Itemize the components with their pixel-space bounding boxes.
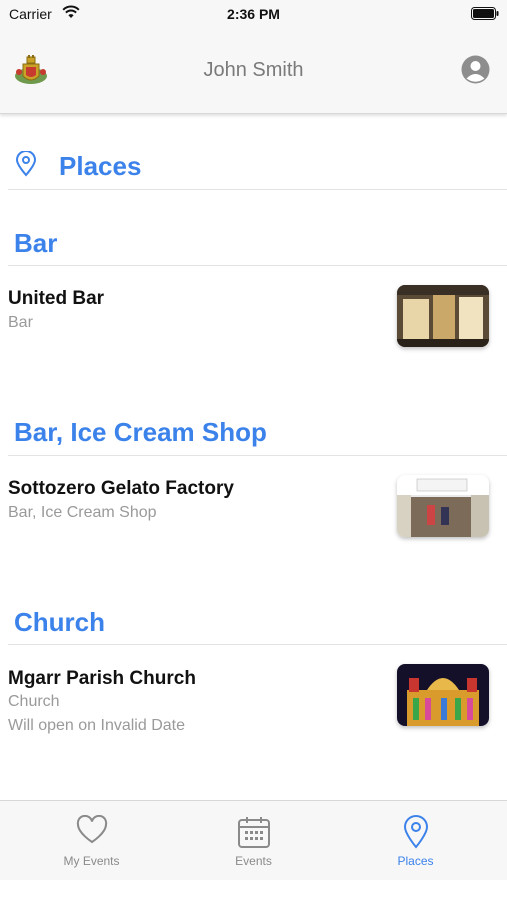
section-title: Bar, Ice Cream Shop: [14, 417, 267, 447]
tab-label: Places: [397, 854, 434, 868]
place-photo: [397, 285, 489, 347]
calendar-icon: [237, 817, 270, 848]
page-title: Places: [59, 151, 142, 181]
divider: [8, 265, 507, 266]
divider: [8, 644, 507, 645]
place-name: Sottozero Gelato Factory: [8, 478, 234, 499]
status-bar: Carrier 2:36 PM: [0, 0, 507, 28]
nav-bar: John Smith: [0, 28, 507, 114]
home-indicator-area: [0, 880, 507, 900]
divider: [8, 455, 507, 456]
status-time: 2:36 PM: [227, 6, 280, 22]
tab-label: Events: [235, 854, 272, 868]
place-list-item[interactable]: Mgarr Parish Church Church Will open on …: [0, 664, 507, 778]
place-name: Mgarr Parish Church: [8, 668, 196, 689]
profile-icon[interactable]: [461, 55, 490, 84]
place-list-item[interactable]: Sottozero Gelato Factory Bar, Ice Cream …: [0, 475, 507, 588]
place-name: United Bar: [8, 288, 105, 309]
place-category: Church: [8, 693, 60, 710]
tab-my-events[interactable]: My Events: [7, 801, 176, 881]
tab-places[interactable]: Places: [331, 801, 500, 881]
heart-icon: [76, 814, 107, 844]
tab-events[interactable]: Events: [169, 801, 338, 881]
place-category: Bar: [8, 314, 33, 331]
place-photo: [397, 475, 489, 537]
tab-bar: My Events Events Places: [0, 800, 507, 880]
battery-icon: [471, 7, 499, 20]
place-list-item[interactable]: United Bar Bar: [0, 285, 507, 398]
page-header: Places: [0, 114, 507, 190]
map-pin-icon: [15, 151, 37, 177]
header-title: John Smith: [203, 59, 304, 81]
section-title: Bar: [14, 228, 58, 258]
place-category: Bar, Ice Cream Shop: [8, 504, 157, 521]
tab-label: My Events: [63, 854, 120, 868]
section-title: Church: [14, 607, 105, 637]
divider: [8, 189, 507, 190]
map-pin-icon: [403, 815, 428, 849]
place-opening-note: Will open on Invalid Date: [8, 717, 185, 734]
place-photo: [397, 664, 489, 726]
